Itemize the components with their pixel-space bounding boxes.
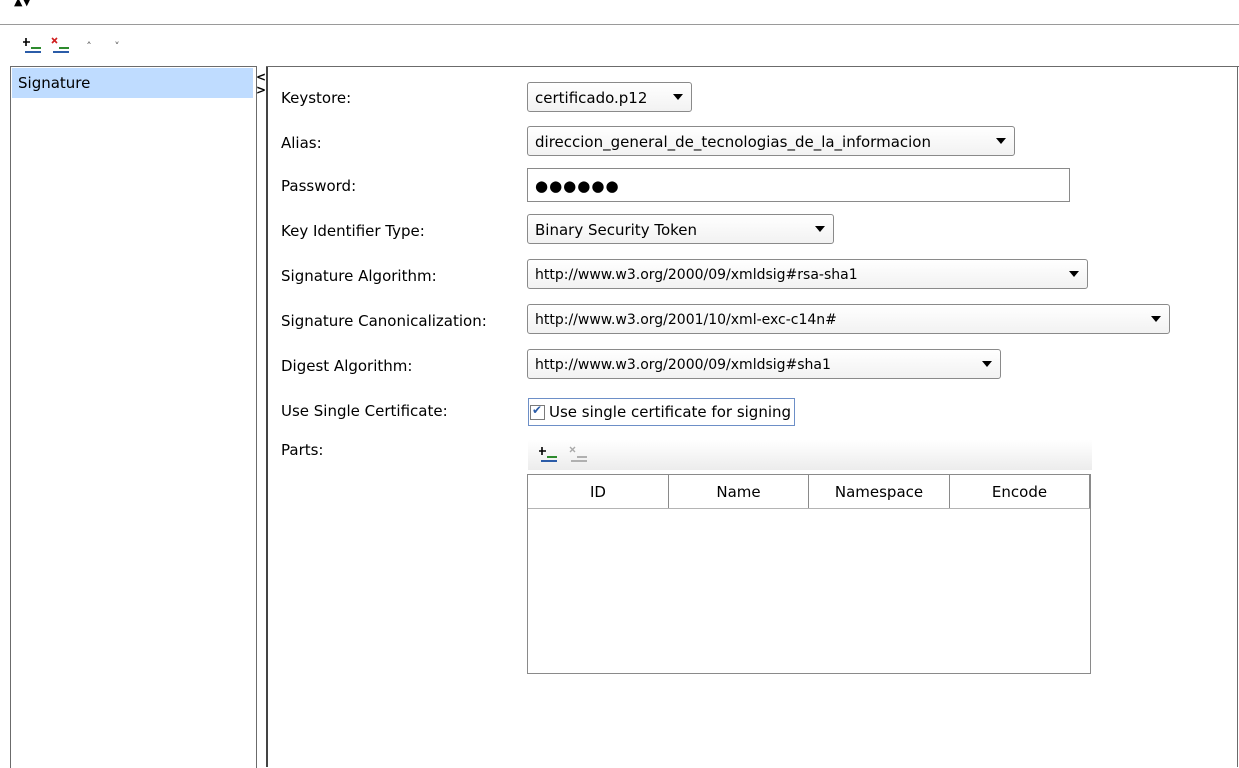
table-header: ID Name Namespace Encode: [528, 475, 1090, 509]
column-header-encode[interactable]: Encode: [950, 475, 1090, 508]
chevron-down-icon: [996, 138, 1006, 144]
checkbox-checked-icon[interactable]: [530, 403, 545, 420]
tree-item-label: Signature: [18, 74, 91, 92]
divider: [0, 24, 1239, 25]
divider: [266, 66, 1239, 67]
password-field[interactable]: ●●●●●●: [527, 168, 1070, 202]
key-identifier-type-value: Binary Security Token: [535, 221, 698, 239]
use-single-certificate-label: Use Single Certificate:: [281, 402, 448, 420]
chevron-down-icon: [1069, 271, 1079, 277]
keystore-value: certificado.p12: [535, 89, 648, 107]
add-part-icon[interactable]: [539, 445, 559, 465]
toolbar: ˄ ˅: [22, 34, 128, 58]
digest-algorithm-label: Digest Algorithm:: [281, 357, 413, 375]
chevron-down-icon: [1151, 316, 1161, 322]
expand-right-icon[interactable]: >: [256, 84, 266, 96]
collapse-strip: ▲▼: [0, 0, 1239, 25]
divider: [266, 66, 268, 767]
alias-select[interactable]: direccion_general_de_tecnologias_de_la_i…: [527, 126, 1015, 156]
chevron-down-icon: [673, 94, 683, 100]
signature-canonicalization-value: http://www.w3.org/2001/10/xml-exc-c14n#: [535, 312, 837, 328]
column-header-name[interactable]: Name: [669, 475, 809, 508]
digest-algorithm-select[interactable]: http://www.w3.org/2000/09/xmldsig#sha1: [527, 349, 1001, 379]
password-value: ●●●●●●: [535, 177, 620, 195]
chevron-down-icon: [982, 361, 992, 367]
alias-label: Alias:: [281, 134, 322, 152]
key-identifier-type-select[interactable]: Binary Security Token: [527, 214, 834, 244]
collapse-expand-arrows-icon[interactable]: ▲▼: [14, 0, 31, 9]
password-label: Password:: [281, 177, 357, 195]
keystore-select[interactable]: certificado.p12: [527, 82, 692, 112]
signature-algorithm-select[interactable]: http://www.w3.org/2000/09/xmldsig#rsa-sh…: [527, 259, 1088, 289]
parts-toolbar: [528, 440, 1092, 470]
move-up-icon[interactable]: ˄: [78, 35, 100, 57]
collapse-left-icon[interactable]: <: [256, 71, 266, 83]
add-item-icon[interactable]: [22, 35, 44, 57]
remove-part-icon[interactable]: [569, 445, 589, 465]
signature-canonicalization-label: Signature Canonicalization:: [281, 312, 487, 330]
divider: [1237, 66, 1238, 767]
panel-splitter[interactable]: < >: [256, 66, 266, 767]
remove-item-icon[interactable]: [50, 35, 72, 57]
signature-canonicalization-select[interactable]: http://www.w3.org/2001/10/xml-exc-c14n#: [527, 304, 1170, 334]
column-header-namespace[interactable]: Namespace: [809, 475, 950, 508]
parts-table[interactable]: ID Name Namespace Encode: [527, 474, 1091, 674]
signature-algorithm-label: Signature Algorithm:: [281, 267, 437, 285]
keystore-label: Keystore:: [281, 89, 352, 107]
key-identifier-type-label: Key Identifier Type:: [281, 222, 425, 240]
move-down-icon[interactable]: ˅: [106, 35, 128, 57]
digest-algorithm-value: http://www.w3.org/2000/09/xmldsig#sha1: [535, 357, 831, 373]
alias-value: direccion_general_de_tecnologias_de_la_i…: [535, 133, 931, 151]
parts-label: Parts:: [281, 441, 324, 459]
column-header-id[interactable]: ID: [528, 475, 669, 508]
use-single-certificate-checkbox[interactable]: Use single certificate for signing: [528, 398, 796, 426]
use-single-certificate-checkbox-label[interactable]: Use single certificate for signing: [549, 403, 791, 421]
chevron-down-icon: [815, 226, 825, 232]
signature-algorithm-value: http://www.w3.org/2000/09/xmldsig#rsa-sh…: [535, 267, 858, 283]
tree-item-signature[interactable]: Signature: [12, 68, 253, 98]
tree-panel: Signature: [10, 66, 257, 768]
